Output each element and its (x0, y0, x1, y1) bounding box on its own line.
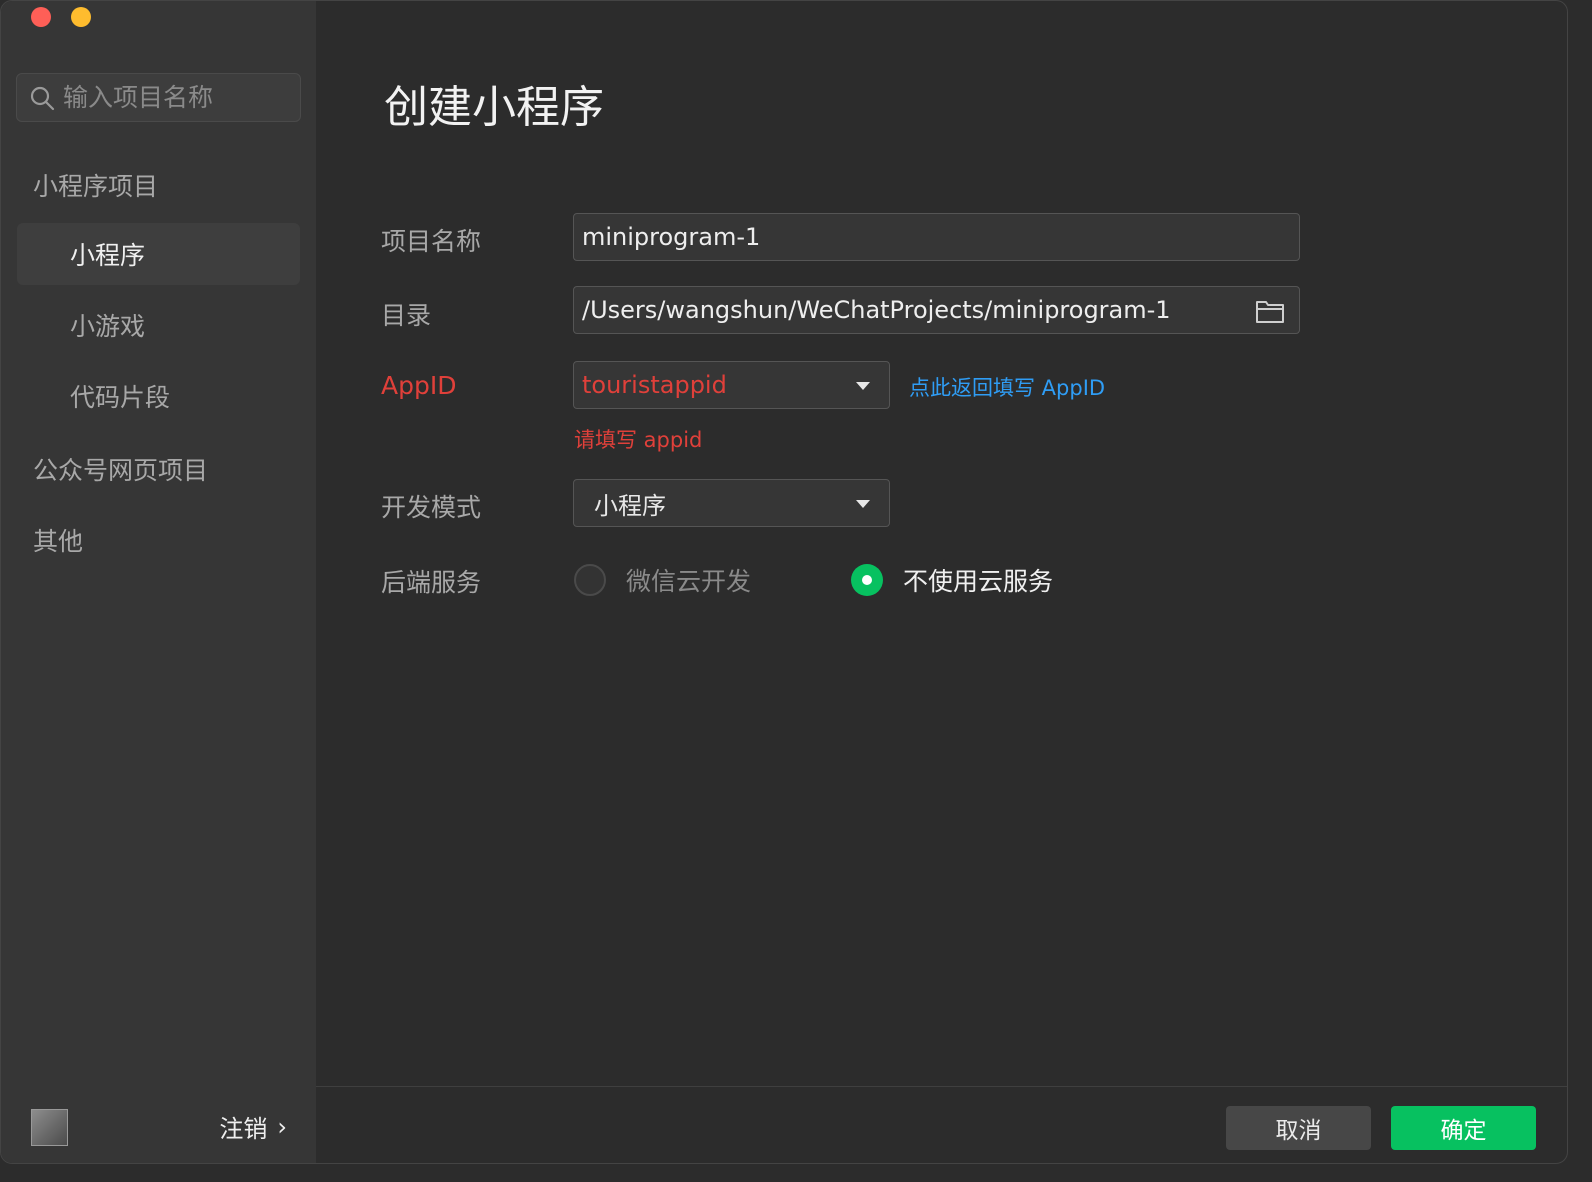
nav-group-official-account[interactable]: 公众号网页项目 (33, 451, 208, 487)
project-name-input[interactable] (574, 223, 1299, 251)
sidebar-item-code-snippet[interactable]: 代码片段 (17, 365, 300, 427)
chevron-right-icon: › (277, 1112, 287, 1141)
logout-label: 注销 (219, 1115, 268, 1143)
close-window-button[interactable] (31, 7, 51, 27)
nav-group-other[interactable]: 其他 (33, 522, 83, 558)
sidebar-item-label: 代码片段 (70, 383, 171, 412)
sidebar-item-minigame[interactable]: 小游戏 (17, 294, 300, 356)
main-panel: 创建小程序 项目名称 目录 AppID touristappid 点此返回填写 … (316, 1, 1567, 1163)
avatar[interactable] (31, 1109, 68, 1146)
footer: 取消 确定 (316, 1086, 1567, 1163)
project-name-label: 项目名称 (381, 227, 482, 256)
user-row: 注销 › (31, 1107, 291, 1147)
nav-group-miniprogram[interactable]: 小程序项目 (33, 167, 158, 203)
radio-wechat-cloud[interactable]: 微信云开发 (574, 562, 751, 598)
appid-label: AppID (381, 371, 457, 400)
project-search[interactable] (16, 73, 301, 122)
caret-down-icon (856, 500, 870, 508)
directory-input[interactable] (574, 296, 1234, 324)
confirm-button[interactable]: 确定 (1391, 1106, 1536, 1150)
appid-value: touristappid (582, 371, 727, 399)
folder-icon[interactable] (1255, 298, 1285, 324)
directory-field[interactable] (573, 286, 1300, 334)
project-name-field[interactable] (573, 213, 1300, 261)
sidebar: 小程序项目 小程序 小游戏 代码片段 公众号网页项目 其他 注销 › (1, 1, 316, 1163)
radio-circle[interactable] (574, 564, 606, 596)
search-input[interactable] (63, 83, 283, 112)
radio-label: 不使用云服务 (903, 567, 1054, 596)
create-project-window: 小程序项目 小程序 小游戏 代码片段 公众号网页项目 其他 注销 › 创建小程序… (0, 0, 1568, 1164)
radio-no-cloud[interactable]: 不使用云服务 (851, 562, 1053, 598)
appid-error-message: 请填写 appid (574, 428, 703, 452)
window-controls (31, 7, 91, 27)
dev-mode-label: 开发模式 (381, 493, 482, 522)
dev-mode-select[interactable]: 小程序 (573, 479, 890, 527)
radio-label: 微信云开发 (626, 567, 752, 596)
sidebar-item-label: 小程序 (70, 241, 146, 270)
caret-down-icon (856, 382, 870, 390)
page-title: 创建小程序 (384, 82, 604, 133)
backend-service-label: 后端服务 (381, 568, 482, 597)
sidebar-item-miniprogram[interactable]: 小程序 (17, 223, 300, 285)
sidebar-item-label: 小游戏 (70, 312, 146, 341)
fill-appid-link[interactable]: 点此返回填写 AppID (909, 372, 1105, 402)
directory-label: 目录 (381, 301, 432, 330)
cancel-button[interactable]: 取消 (1226, 1106, 1371, 1150)
appid-select[interactable]: touristappid (573, 361, 890, 409)
minimize-window-button[interactable] (71, 7, 91, 27)
radio-circle-selected[interactable] (851, 564, 883, 596)
dev-mode-value: 小程序 (594, 491, 666, 520)
search-icon (30, 86, 55, 110)
logout-button[interactable]: 注销 › (219, 1109, 287, 1144)
